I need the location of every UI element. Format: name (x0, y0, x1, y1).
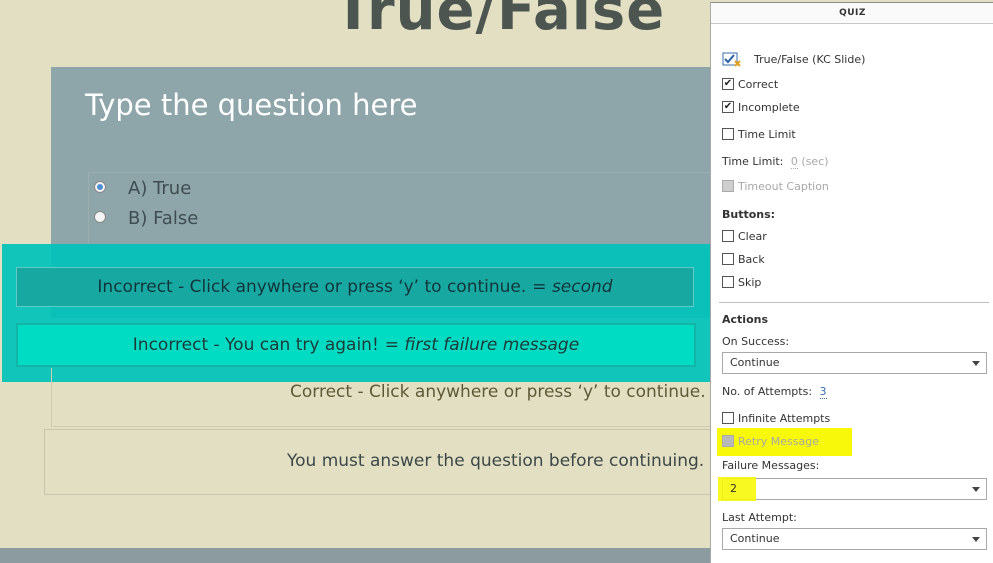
buttons-section-label: Buttons: (722, 208, 776, 221)
answer-option-a[interactable]: A) True (94, 178, 191, 199)
attempts-value[interactable]: 3 (819, 385, 827, 399)
incomplete-checkbox[interactable]: ✔ Incomplete (722, 101, 800, 114)
checkbox-label: Correct (738, 78, 779, 91)
failure-caption-first[interactable]: Incorrect - You can try again! = first f… (16, 323, 696, 367)
on-success-label: On Success: (722, 335, 790, 348)
failure-messages-dropdown[interactable]: 2 (722, 478, 987, 500)
retry-message-checkbox[interactable]: Retry Message (722, 435, 819, 448)
on-success-dropdown[interactable]: Continue (722, 352, 987, 374)
question-text[interactable]: Type the question here (85, 88, 418, 122)
caption-text: Incorrect - Click anywhere or press ‘y’ … (97, 277, 527, 297)
last-attempt-label: Last Attempt: (722, 511, 797, 524)
caption-text: Incorrect - You can try again! (132, 335, 379, 355)
checkbox-disabled-icon[interactable] (722, 180, 734, 192)
dropdown-value: Continue (730, 356, 780, 369)
checkbox-label: Time Limit (738, 128, 796, 141)
checkbox-label: Skip (738, 276, 762, 289)
dropdown-value: 2 (730, 482, 737, 495)
infinite-attempts-checkbox[interactable]: Infinite Attempts (722, 412, 830, 425)
kc-slide-icon (722, 52, 742, 68)
slide-title: True/False (334, 0, 666, 43)
radio-selected-icon[interactable] (94, 181, 106, 193)
checkbox-label: Incomplete (738, 101, 800, 114)
chevron-down-icon[interactable] (972, 537, 980, 542)
checkbox-label: Retry Message (738, 435, 819, 448)
dropdown-value: Continue (730, 532, 780, 545)
failure-messages-highlight (718, 477, 756, 501)
time-limit-checkbox[interactable]: Time Limit (722, 128, 796, 141)
checkbox-unchecked-icon[interactable] (722, 253, 734, 265)
panel-header[interactable]: QUIZ (711, 2, 993, 24)
caption-text: You must answer the question before cont… (287, 451, 705, 471)
last-attempt-dropdown[interactable]: Continue (722, 528, 987, 550)
field-label: No. of Attempts: (722, 385, 813, 398)
checkbox-unchecked-icon[interactable] (722, 128, 734, 140)
checkbox-checked-icon[interactable]: ✔ (722, 101, 734, 113)
incomplete-caption[interactable]: You must answer the question before cont… (44, 429, 736, 495)
checkbox-unchecked-icon[interactable] (722, 412, 734, 424)
checkbox-label: Infinite Attempts (738, 412, 831, 425)
panel-divider (719, 302, 989, 303)
radio-unselected-icon[interactable] (94, 211, 106, 223)
chevron-down-icon[interactable] (972, 487, 980, 492)
failure-caption-second[interactable]: Incorrect - Click anywhere or press ‘y’ … (16, 267, 694, 307)
slide-type-row: True/False (KC Slide) (722, 52, 865, 68)
attempts-field: No. of Attempts: 3 (722, 385, 827, 399)
quiz-properties-panel: QUIZ True/False (KC Slide) ✔ Correct ✔ Inc… (710, 2, 993, 563)
checkbox-label: Clear (738, 230, 767, 243)
field-label: Time Limit: (722, 155, 784, 168)
actions-section-label: Actions (722, 313, 768, 326)
checkbox-disabled-icon[interactable] (722, 435, 734, 447)
checkbox-unchecked-icon[interactable] (722, 230, 734, 242)
caption-annotation: = first failure message (384, 335, 580, 355)
skip-checkbox[interactable]: Skip (722, 276, 761, 289)
correct-checkbox[interactable]: ✔ Correct (722, 78, 778, 91)
timeout-caption-checkbox[interactable]: Timeout Caption (722, 180, 829, 193)
checkbox-label: Timeout Caption (738, 180, 829, 193)
checkbox-checked-icon[interactable]: ✔ (722, 78, 734, 90)
answer-option-b[interactable]: B) False (94, 208, 198, 229)
failure-messages-label: Failure Messages: (722, 459, 820, 472)
correct-caption[interactable]: Correct - Click anywhere or press ‘y’ to… (51, 368, 733, 427)
time-limit-field: Time Limit: 0 (sec) (722, 155, 829, 169)
caption-annotation: = second (532, 277, 613, 297)
caption-text: Correct - Click anywhere or press ‘y’ to… (290, 382, 706, 402)
checkbox-unchecked-icon[interactable] (722, 276, 734, 288)
chevron-down-icon[interactable] (972, 361, 980, 366)
back-checkbox[interactable]: Back (722, 253, 765, 266)
answer-label: B) False (128, 208, 199, 229)
time-limit-value[interactable]: 0 (790, 155, 798, 169)
checkbox-label: Back (738, 253, 765, 266)
slide-type-label: True/False (KC Slide) (754, 53, 866, 66)
failure-messages-value-overlay: 2 (730, 482, 737, 495)
clear-checkbox[interactable]: Clear (722, 230, 767, 243)
time-limit-unit: (sec) (801, 155, 829, 168)
answer-label: A) True (128, 178, 192, 199)
